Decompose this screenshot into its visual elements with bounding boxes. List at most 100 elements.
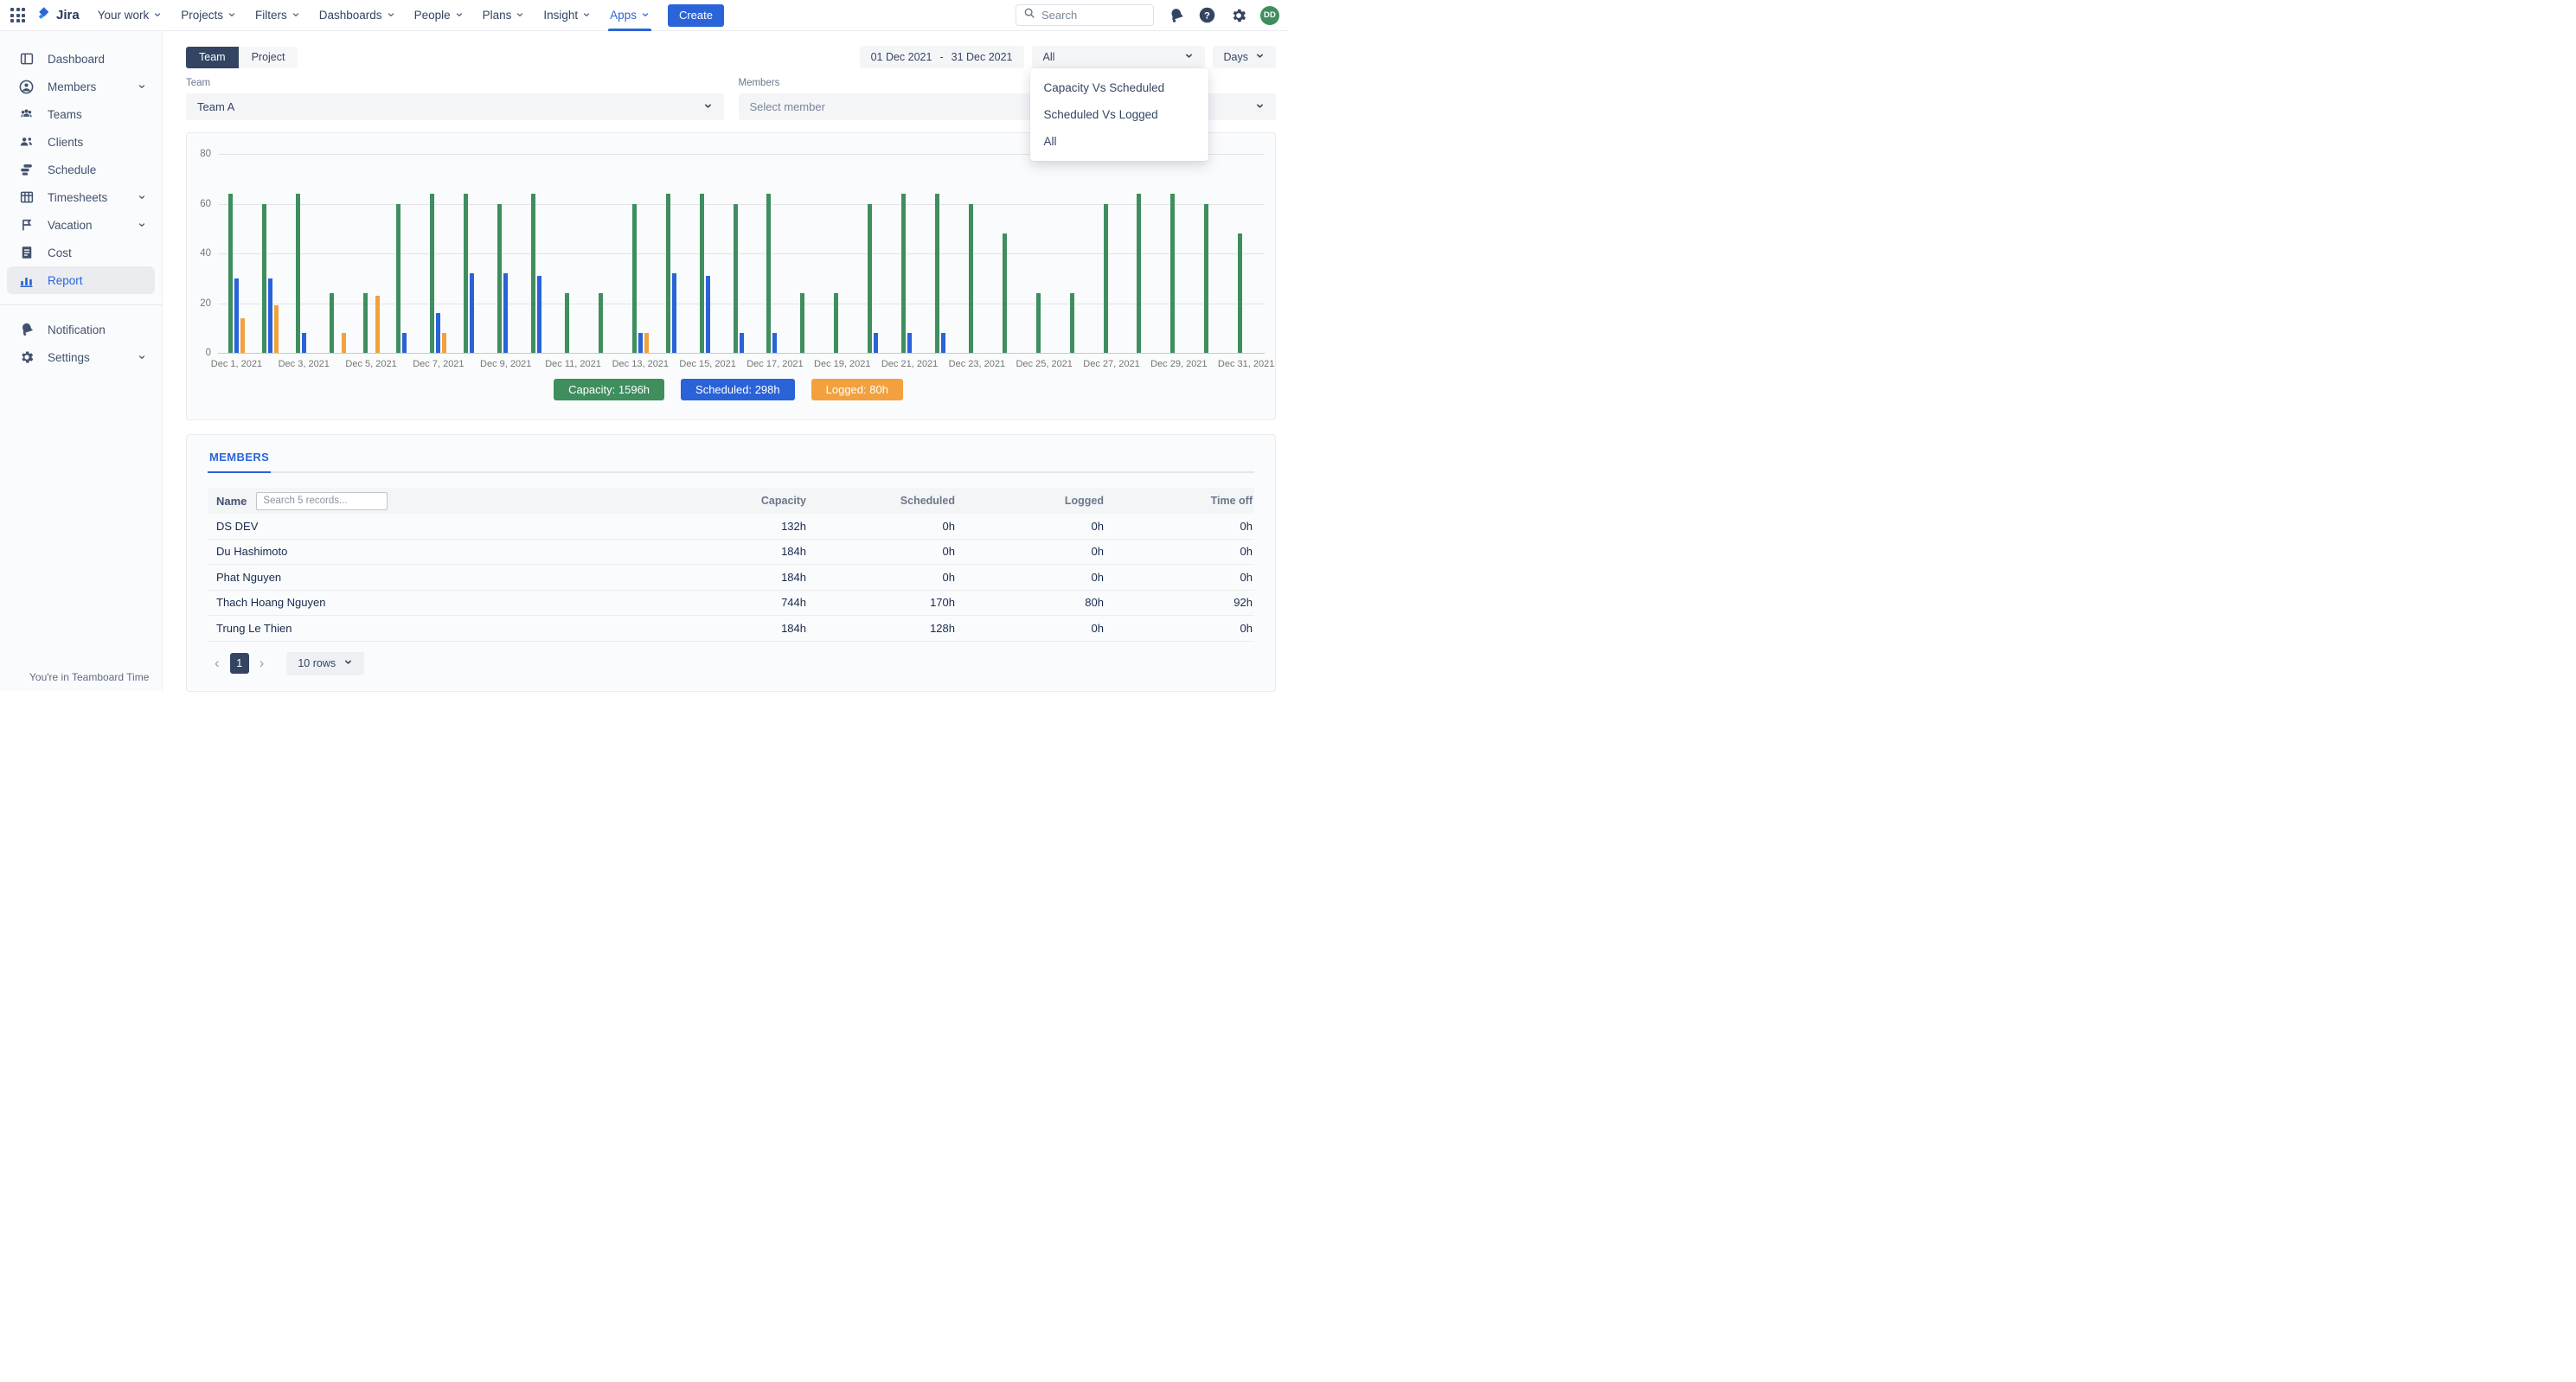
clients-icon (18, 134, 35, 150)
cell-time-off: 0h (1105, 520, 1254, 533)
cost-icon (18, 245, 35, 261)
teams-icon (18, 106, 35, 123)
cell-logged: 0h (957, 571, 1105, 584)
chart-day-group-dec-30 (1195, 154, 1229, 353)
sidebar-item-report[interactable]: Report (7, 266, 155, 294)
chart-day-group-dec-23: Dec 23, 2021 (960, 154, 994, 353)
sidebar-item-clients[interactable]: Clients (7, 128, 155, 156)
app-switcher-icon[interactable] (10, 8, 25, 22)
main-content: TeamProject 01 Dec 2021 - 31 Dec 2021 Al… (163, 31, 1288, 691)
team-field-label: Team (186, 78, 724, 88)
bar-capacity (1137, 194, 1141, 353)
legend-button-logged[interactable]: Logged: 80h (811, 379, 903, 400)
table-search-input[interactable] (256, 492, 388, 510)
chart-day-group-dec-16 (725, 154, 759, 353)
date-range-picker[interactable]: 01 Dec 2021 - 31 Dec 2021 (860, 46, 1024, 68)
notifications-bell-icon[interactable] (1167, 6, 1185, 24)
sidebar-item-label: Vacation (48, 219, 93, 232)
bar-scheduled (537, 276, 541, 353)
help-icon[interactable]: ? (1198, 6, 1216, 24)
bar-scheduled (740, 333, 744, 353)
team-select[interactable]: Team A (186, 93, 724, 120)
x-tick-label: Dec 15, 2021 (679, 359, 735, 369)
sidebar-item-timesheets[interactable]: Timesheets (7, 183, 155, 211)
sidebar-item-members[interactable]: Members (7, 73, 155, 100)
chevron-down-icon (138, 351, 146, 364)
search-icon (1023, 7, 1035, 23)
table-row[interactable]: Phat Nguyen184h0h0h0h (208, 565, 1254, 591)
table-row[interactable]: Trung Le Thien184h128h0h0h (208, 616, 1254, 642)
nav-item-dashboards[interactable]: Dashboards (310, 0, 405, 31)
dropdown-option-all[interactable]: All (1030, 128, 1208, 155)
jira-logo[interactable]: Jira (35, 5, 80, 25)
date-range-end[interactable]: 31 Dec 2021 (952, 51, 1013, 63)
chart-day-group-dec-15: Dec 15, 2021 (691, 154, 725, 353)
members-table-header: NameCapacityScheduledLoggedTime off (208, 488, 1254, 514)
chart-day-group-dec-11: Dec 11, 2021 (556, 154, 590, 353)
table-row[interactable]: Thach Hoang Nguyen744h170h80h92h (208, 591, 1254, 617)
pagination-page-1[interactable]: 1 (230, 653, 249, 674)
bar-capacity (868, 204, 872, 354)
x-tick-label: Dec 17, 2021 (747, 359, 803, 369)
date-range-start[interactable]: 01 Dec 2021 (871, 51, 932, 63)
sidebar-item-settings[interactable]: Settings (7, 343, 155, 371)
chevron-down-icon (455, 9, 464, 22)
sidebar-item-notification[interactable]: Notification (7, 316, 155, 343)
cell-logged: 80h (957, 596, 1105, 609)
user-avatar[interactable]: DD (1260, 6, 1279, 25)
table-row[interactable]: Du Hashimoto184h0h0h0h (208, 540, 1254, 566)
members-section: MEMBERS NameCapacityScheduledLoggedTime … (186, 434, 1276, 692)
dropdown-option-scheduled-vs-logged[interactable]: Scheduled Vs Logged (1030, 101, 1208, 128)
rows-per-page-select[interactable]: 10 rows (286, 652, 364, 675)
nav-item-label: Your work (98, 9, 150, 22)
y-tick-label: 80 (200, 149, 211, 159)
nav-item-label: Projects (181, 9, 223, 22)
tab-members[interactable]: MEMBERS (208, 451, 271, 473)
nav-item-insight[interactable]: Insight (534, 0, 600, 31)
toggle-option-team[interactable]: Team (186, 47, 239, 68)
nav-item-your-work[interactable]: Your work (88, 0, 172, 31)
bar-capacity (969, 204, 973, 354)
svg-text:?: ? (1204, 11, 1210, 22)
search-input[interactable] (1041, 9, 1146, 22)
cell-time-off: 0h (1105, 571, 1254, 584)
pagination-prev-icon[interactable]: ‹ (209, 655, 225, 672)
granularity-select-value: Days (1224, 51, 1248, 63)
cell-scheduled: 128h (808, 622, 957, 635)
metric-select[interactable]: All (1032, 46, 1205, 68)
sidebar-item-schedule[interactable]: Schedule (7, 156, 155, 183)
table-row[interactable]: DS DEV132h0h0h0h (208, 514, 1254, 540)
member-name: Thach Hoang Nguyen (208, 596, 659, 609)
jira-logo-text: Jira (56, 8, 80, 22)
sidebar-item-vacation[interactable]: Vacation (7, 211, 155, 239)
chart-day-group-dec-27: Dec 27, 2021 (1095, 154, 1129, 353)
legend-button-capacity[interactable]: Capacity: 1596h (554, 379, 664, 400)
global-search[interactable] (1016, 4, 1154, 26)
chevron-down-icon (1255, 51, 1265, 63)
create-button[interactable]: Create (668, 4, 724, 27)
chart-day-group-dec-20 (859, 154, 893, 353)
nav-item-people[interactable]: People (405, 0, 473, 31)
sidebar-item-dashboard[interactable]: Dashboard (7, 45, 155, 73)
cell-time-off: 92h (1105, 596, 1254, 609)
pagination-next-icon[interactable]: › (254, 655, 270, 672)
cell-logged: 0h (957, 545, 1105, 558)
settings-gear-icon[interactable] (1229, 6, 1247, 24)
nav-item-filters[interactable]: Filters (246, 0, 310, 31)
legend-button-scheduled[interactable]: Scheduled: 298h (681, 379, 795, 400)
granularity-select[interactable]: Days (1213, 46, 1276, 68)
metric-dropdown-menu: Capacity Vs ScheduledScheduled Vs Logged… (1030, 68, 1208, 161)
bar-capacity (599, 293, 603, 353)
nav-item-apps[interactable]: Apps (600, 0, 659, 31)
nav-item-plans[interactable]: Plans (473, 0, 535, 31)
dropdown-option-capacity-vs-scheduled[interactable]: Capacity Vs Scheduled (1030, 74, 1208, 101)
chart-day-group-dec-5: Dec 5, 2021 (355, 154, 388, 353)
bar-capacity (531, 194, 535, 353)
sidebar-item-teams[interactable]: Teams (7, 100, 155, 128)
chart-day-group-dec-1: Dec 1, 2021 (220, 154, 253, 353)
members-table: NameCapacityScheduledLoggedTime off DS D… (208, 488, 1254, 642)
sidebar-item-cost[interactable]: Cost (7, 239, 155, 266)
x-tick-label: Dec 9, 2021 (480, 359, 531, 369)
toggle-option-project[interactable]: Project (239, 47, 298, 68)
nav-item-projects[interactable]: Projects (171, 0, 246, 31)
